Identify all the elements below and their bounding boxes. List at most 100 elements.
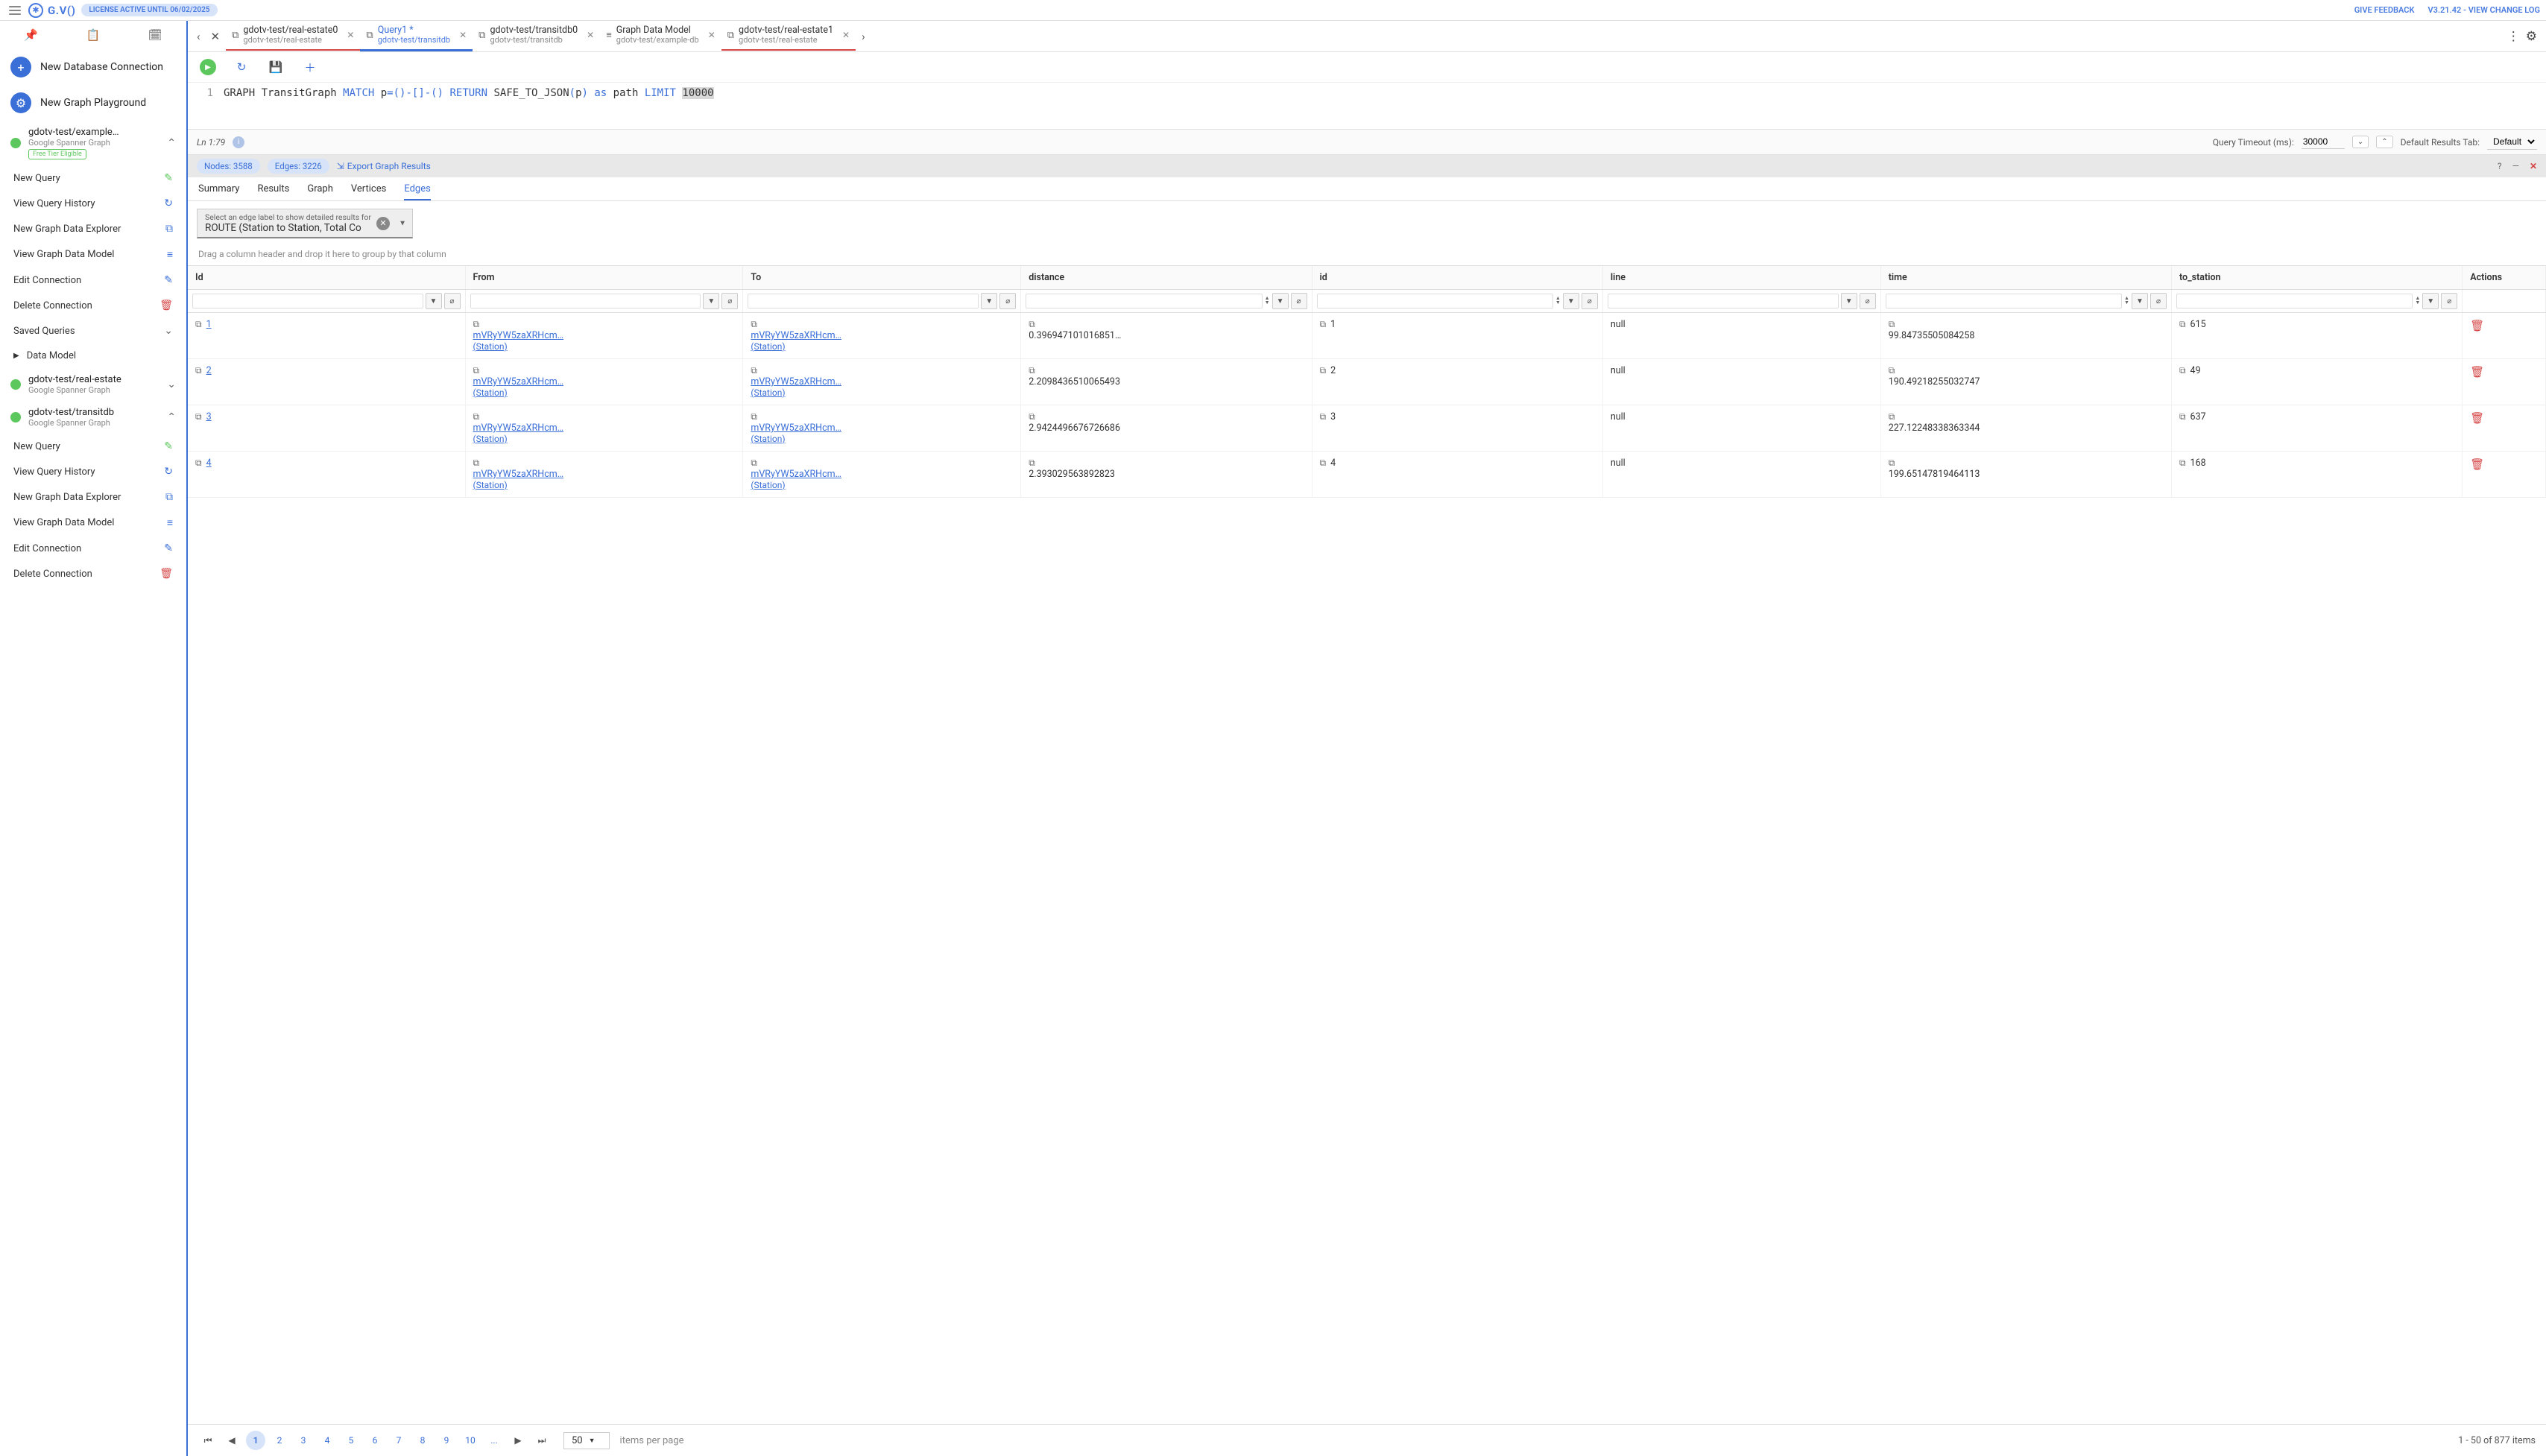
column-header-time[interactable]: time [1880,266,2171,290]
copy-icon[interactable]: ⧉ [473,365,480,376]
connection-header[interactable]: gdotv-test/example… Google Spanner Graph… [0,121,186,165]
filter-input-id[interactable] [192,294,423,308]
copy-icon[interactable]: ⧉ [751,458,757,468]
editor-tab[interactable]: ⧉ gdotv-test/real-estate0gdotv-test/real… [226,21,360,51]
clear-filter-icon[interactable]: ⌀ [1860,293,1876,309]
to-link[interactable]: mVRyYW5zaXRHcm… [751,376,841,387]
row-id-link[interactable]: 4 [206,458,212,469]
column-header-line[interactable]: line [1602,266,1880,290]
filter-icon[interactable]: ▼ [426,293,442,309]
clear-filter-icon[interactable]: ⌀ [2150,293,2167,309]
filter-icon[interactable]: ▼ [1272,293,1289,309]
from-link[interactable]: mVRyYW5zaXRHcm… [473,469,564,480]
to-link[interactable]: mVRyYW5zaXRHcm… [751,469,841,480]
pager-page-button[interactable]: 2 [270,1431,289,1450]
copy-icon[interactable]: ⧉ [751,319,757,329]
connection-action-db[interactable]: View Graph Data Model≡ [0,510,186,536]
connection-action-edit[interactable]: Edit Connection✎ [0,268,186,293]
version-changelog-link[interactable]: V3.21.42 - VIEW CHANGE LOG [2427,5,2540,15]
to-type[interactable]: (Station) [751,341,785,352]
info-icon[interactable]: i [233,136,244,148]
settings-icon[interactable]: ⚙ [2526,29,2537,44]
give-feedback-link[interactable]: GIVE FEEDBACK [2354,5,2415,15]
copy-icon[interactable]: ⧉ [751,365,757,376]
run-query-button[interactable]: ▶ [200,59,216,75]
copy-icon[interactable]: ⧉ [195,365,202,376]
page-size-select[interactable]: 50 ▼ [563,1432,610,1449]
result-tab-results[interactable]: Results [257,183,289,200]
clear-filter-icon[interactable]: ⌀ [1582,293,1598,309]
pager-page-button[interactable]: 3 [294,1431,313,1450]
to-type[interactable]: (Station) [751,480,785,490]
copy-icon[interactable]: ⧉ [751,411,757,422]
copy-icon[interactable]: ⧉ [1029,411,1035,422]
pager-last-button[interactable]: ⏭ [532,1431,552,1450]
to-link[interactable]: mVRyYW5zaXRHcm… [751,330,841,341]
result-tab-summary[interactable]: Summary [198,183,239,200]
clear-filter-icon[interactable]: ⌀ [1291,293,1307,309]
to-link[interactable]: mVRyYW5zaXRHcm… [751,422,841,434]
filter-icon[interactable]: ▼ [703,293,719,309]
copy-icon[interactable]: ⧉ [2179,319,2186,329]
add-button[interactable]: ＋ [301,58,319,76]
editor-tab[interactable]: ⧉ Query1 *gdotv-test/transitdb ✕ [360,21,473,51]
clear-filter-icon[interactable]: ✕ [376,217,390,230]
tab-prev-button[interactable]: ‹ [192,27,205,46]
timeout-down-button[interactable]: ⌄ [2352,136,2369,148]
copy-icon[interactable]: ⧉ [195,411,202,422]
pager-page-button[interactable]: 8 [413,1431,432,1450]
sort-icon[interactable]: ▲▼ [2124,297,2129,305]
pager-first-button[interactable]: ⏮ [198,1431,218,1450]
delete-row-icon[interactable]: 🗑 [2470,458,2484,471]
copy-icon[interactable]: ⧉ [1320,411,1327,422]
clear-filter-icon[interactable]: ⌀ [2441,293,2457,309]
editor-tab[interactable]: ⧉ gdotv-test/real-estate1gdotv-test/real… [721,21,856,51]
to-type[interactable]: (Station) [751,387,785,398]
filter-input-to_station[interactable] [2176,294,2413,308]
to-type[interactable]: (Station) [751,434,785,444]
clear-filter-icon[interactable]: ⌀ [721,293,738,309]
connection-header[interactable]: gdotv-test/transitdb Google Spanner Grap… [0,401,186,434]
copy-icon[interactable]: ⧉ [1889,319,1895,329]
copy-icon[interactable]: ⧉ [1320,458,1327,468]
copy-icon[interactable]: ⧉ [1320,319,1327,329]
chevron-icon[interactable]: ⌄ [167,379,176,390]
filter-input-id[interactable] [1317,294,1553,308]
menu-button[interactable] [6,1,24,19]
close-tab-icon[interactable]: ✕ [347,30,354,40]
from-link[interactable]: mVRyYW5zaXRHcm… [473,330,564,341]
filter-icon[interactable]: ▼ [981,293,997,309]
pager-page-button[interactable]: 6 [365,1431,385,1450]
filter-icon[interactable]: ▼ [1563,293,1579,309]
row-id-link[interactable]: 1 [206,319,212,330]
editor-tab[interactable]: ⧉ gdotv-test/transitdb0gdotv-test/transi… [473,21,600,51]
minimize-icon[interactable]: — [2512,161,2519,171]
from-type[interactable]: (Station) [473,341,508,352]
row-id-link[interactable]: 2 [206,365,212,376]
column-header-id[interactable]: Id [188,266,465,290]
dropdown-icon[interactable]: ▼ [399,219,406,227]
copy-icon[interactable]: ⧉ [1889,458,1895,468]
result-tab-graph[interactable]: Graph [307,183,333,200]
filter-input-distance[interactable] [1026,294,1262,308]
connection-action-edit[interactable]: Edit Connection✎ [0,536,186,561]
connection-action-explorer[interactable]: New Graph Data Explorer⧉ [0,484,186,510]
connection-action-trash[interactable]: Delete Connection🗑 [0,293,186,318]
data-model-toggle[interactable]: ▶Data Model [0,344,186,368]
close-tab-icon[interactable]: ✕ [587,30,594,40]
row-id-link[interactable]: 3 [206,411,212,422]
copy-icon[interactable]: ⧉ [1889,411,1895,422]
connection-action-history[interactable]: View Query History↻ [0,459,186,484]
delete-row-icon[interactable]: 🗑 [2470,411,2484,425]
chevron-icon[interactable]: ⌃ [167,137,176,149]
connection-header[interactable]: gdotv-test/real-estate Google Spanner Gr… [0,368,186,401]
connection-action-wand[interactable]: New Query✎ [0,165,186,191]
filter-input-to[interactable] [748,294,979,308]
new-db-connection-button[interactable]: + New Database Connection [0,49,186,85]
query-editor[interactable]: 1 GRAPH TransitGraph MATCH p=()-[]-() RE… [188,83,2546,129]
connection-action-trash[interactable]: Delete Connection🗑 [0,561,186,586]
delete-row-icon[interactable]: 🗑 [2470,319,2484,332]
close-tab-icon[interactable]: ✕ [459,30,467,40]
column-header-to_station[interactable]: to_station [2171,266,2462,290]
copy-icon[interactable]: ⧉ [2179,365,2186,376]
